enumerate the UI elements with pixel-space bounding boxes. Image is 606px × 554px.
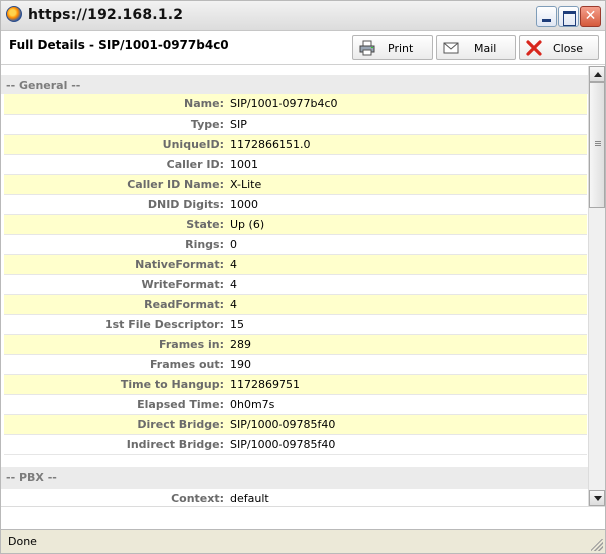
field-label: Direct Bridge: (4, 414, 228, 435)
mail-button[interactable]: Mail (436, 35, 516, 60)
vertical-scrollbar[interactable] (588, 66, 605, 506)
field-label: Rings: (4, 234, 228, 255)
field-value: 1172869751 (228, 374, 587, 395)
field-label: Elapsed Time: (4, 394, 228, 415)
window-title: https://192.168.1.2 (28, 7, 184, 23)
field-value: 1172866151.0 (228, 134, 587, 155)
field-label: WriteFormat: (4, 274, 228, 295)
table-row: Direct Bridge: SIP/1000-09785f40 (4, 414, 587, 435)
table-row: Context: default (4, 488, 587, 506)
popup-window: https://192.168.1.2 ✕ Full Details - SIP… (0, 0, 606, 554)
scroll-up-arrow-icon (594, 72, 602, 77)
field-label: DNID Digits: (4, 194, 228, 215)
scrollbar-thumb[interactable] (589, 82, 605, 208)
table-row: Indirect Bridge: SIP/1000-09785f40 (4, 434, 587, 455)
field-value: 1001 (228, 154, 587, 175)
table-row: ReadFormat: 4 (4, 294, 587, 315)
minimize-button[interactable] (536, 6, 557, 27)
field-value: 190 (228, 354, 587, 375)
pbx-section-heading: -- PBX -- (1, 466, 588, 489)
table-row: Rings: 0 (4, 234, 587, 255)
print-label: Print (388, 42, 414, 55)
table-row: NativeFormat: 4 (4, 254, 587, 275)
field-value: 4 (228, 254, 587, 275)
firefox-icon (6, 6, 22, 22)
maximize-icon (559, 7, 578, 26)
field-label: UniqueID: (4, 134, 228, 155)
field-value: 15 (228, 314, 587, 335)
table-row: Frames in: 289 (4, 334, 587, 355)
minimize-icon (537, 7, 556, 26)
field-label: Indirect Bridge: (4, 434, 228, 455)
field-label: Context: (4, 488, 228, 506)
field-value: X-Lite (228, 174, 587, 195)
table-row: State: Up (6) (4, 214, 587, 235)
field-label: Frames in: (4, 334, 228, 355)
table-row: UniqueID: 1172866151.0 (4, 134, 587, 155)
field-label: 1st File Descriptor: (4, 314, 228, 335)
scroll-down-button[interactable] (589, 490, 605, 506)
close-icon: ✕ (584, 8, 597, 24)
printer-icon (359, 40, 375, 56)
print-button[interactable]: Print (352, 35, 433, 60)
table-row: Caller ID Name: X-Lite (4, 174, 587, 195)
table-row: WriteFormat: 4 (4, 274, 587, 295)
maximize-button[interactable] (558, 6, 579, 27)
resize-grip-icon[interactable] (591, 539, 603, 551)
bottom-spacer (1, 506, 605, 529)
envelope-icon (443, 42, 459, 54)
table-row: Frames out: 190 (4, 354, 587, 375)
field-label: Name: (4, 94, 228, 115)
field-value: default (228, 488, 587, 506)
field-label: Frames out: (4, 354, 228, 375)
general-section-heading: -- General -- (1, 74, 588, 94)
field-value: 0 (228, 234, 587, 255)
general-details-table: Name: SIP/1001-0977b4c0 Type: SIP UniqueID: 1… (4, 94, 587, 455)
table-row: DNID Digits: 1000 (4, 194, 587, 215)
field-value: SIP/1000-09785f40 (228, 414, 587, 435)
table-row: 1st File Descriptor: 15 (4, 314, 587, 335)
window-close-button[interactable]: ✕ (580, 6, 601, 27)
field-label: NativeFormat: (4, 254, 228, 275)
field-value: 1000 (228, 194, 587, 215)
field-value: 0h0m7s (228, 394, 587, 415)
grip-icon (595, 141, 601, 142)
table-row: Name: SIP/1001-0977b4c0 (4, 94, 587, 115)
field-value: 4 (228, 294, 587, 315)
scroll-down-arrow-icon (594, 496, 602, 501)
page-title: Full Details - SIP/1001-0977b4c0 (9, 38, 229, 52)
field-value: 4 (228, 274, 587, 295)
field-value: SIP (228, 114, 587, 135)
field-label: State: (4, 214, 228, 235)
pbx-details-table: Context: default (4, 488, 587, 506)
details-header: Full Details - SIP/1001-0977b4c0 Print M… (1, 31, 605, 65)
field-value: 289 (228, 334, 587, 355)
table-row: Type: SIP (4, 114, 587, 135)
title-bar: https://192.168.1.2 ✕ (1, 1, 605, 31)
field-label: Caller ID Name: (4, 174, 228, 195)
mail-label: Mail (474, 42, 497, 55)
field-label: ReadFormat: (4, 294, 228, 315)
status-bar: Done (1, 529, 605, 553)
field-value: SIP/1001-0977b4c0 (228, 94, 587, 115)
table-row: Elapsed Time: 0h0m7s (4, 394, 587, 415)
close-label: Close (553, 42, 583, 55)
details-content: -- General -- Name: SIP/1001-0977b4c0 Type… (1, 66, 588, 506)
field-value: Up (6) (228, 214, 587, 235)
close-button[interactable]: Close (519, 35, 599, 60)
field-label: Caller ID: (4, 154, 228, 175)
field-label: Type: (4, 114, 228, 135)
status-text: Done (8, 535, 37, 548)
table-row: Time to Hangup: 1172869751 (4, 374, 587, 395)
scroll-up-button[interactable] (589, 66, 605, 82)
field-label: Time to Hangup: (4, 374, 228, 395)
field-value: SIP/1000-09785f40 (228, 434, 587, 455)
red-x-icon (526, 40, 542, 56)
table-row: Caller ID: 1001 (4, 154, 587, 175)
